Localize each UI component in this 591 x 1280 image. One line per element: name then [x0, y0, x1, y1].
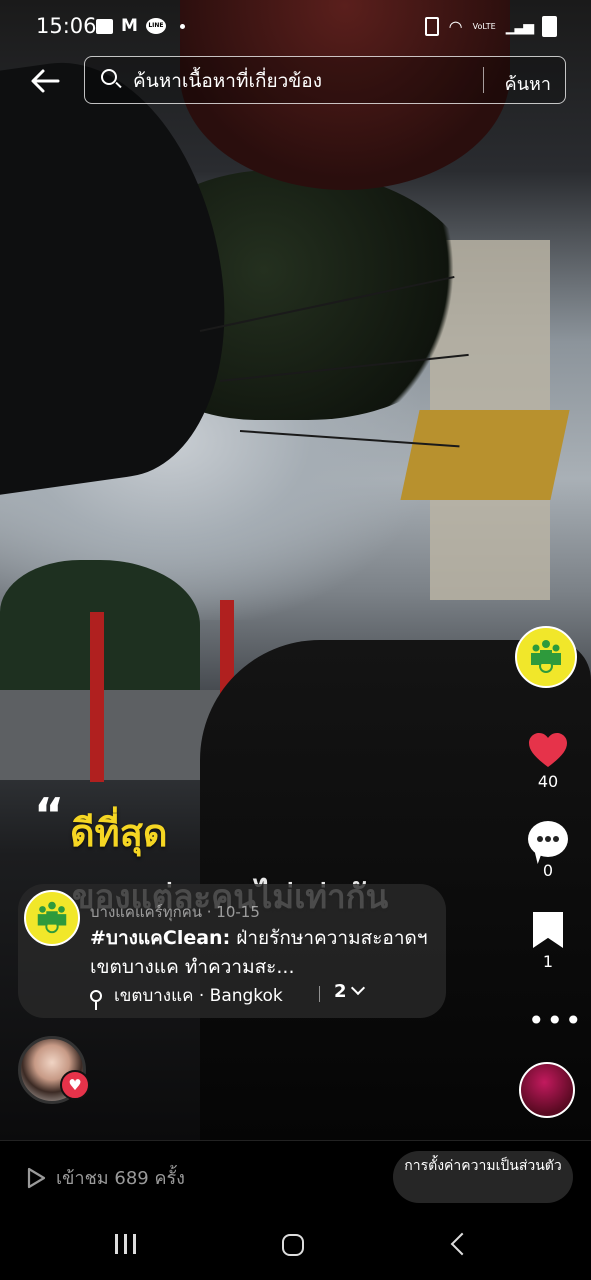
search-bar[interactable]: ค้นหา: [84, 56, 566, 104]
expand-locations-button[interactable]: 2: [334, 980, 365, 1002]
liked-badge-heart-icon: ♥: [60, 1070, 90, 1100]
red-pole: [90, 612, 104, 782]
wifi-icon: ◠: [448, 17, 463, 36]
system-navigation: [0, 1210, 591, 1280]
status-bar: 15:06 M LINE ◠ VoLTE ▁▃▅: [0, 0, 591, 56]
save-count: 1: [542, 952, 554, 971]
chevron-down-icon: [350, 980, 365, 996]
logo-icon: [37, 901, 67, 934]
awning: [400, 410, 570, 500]
volte-icon: VoLTE: [472, 21, 496, 31]
more-dots-icon: •••: [528, 1004, 584, 1037]
quote-mark: “: [34, 788, 65, 842]
search-icon: [101, 69, 117, 85]
clock: 15:06: [36, 14, 97, 38]
battery-icon: [542, 16, 557, 37]
search-input[interactable]: [131, 65, 465, 97]
system-back-button[interactable]: [450, 1232, 474, 1256]
post-info-card[interactable]: บางแคแคร์ทุกคน · 10-15 #บางแคClean: ฝ่าย…: [18, 884, 446, 1018]
comment-count: 0: [542, 861, 554, 880]
caption-highlight: ดีที่สุด: [70, 811, 168, 855]
back-button[interactable]: [26, 62, 64, 100]
search-button[interactable]: ค้นหา: [505, 69, 551, 98]
creator-avatar[interactable]: [515, 626, 577, 688]
heart-icon: [528, 732, 568, 768]
location-pin-icon: [90, 989, 102, 1010]
notification-icons: M LINE: [96, 16, 185, 36]
home-button[interactable]: [282, 1234, 304, 1256]
arrow-left-icon: [31, 69, 60, 93]
post-username[interactable]: บางแคแคร์ทุกคน · 10-15: [90, 900, 260, 924]
post-description[interactable]: #บางแคClean: ฝ่ายรักษาความสะอาดฯ เขตบางแ…: [90, 924, 430, 982]
notification-dot: [179, 23, 185, 29]
music-disc[interactable]: [519, 1062, 575, 1118]
post-hashtag[interactable]: #บางแคClean:: [90, 927, 230, 949]
system-icons: ◠ VoLTE ▁▃▅: [424, 16, 557, 37]
location-tag[interactable]: เขตบางแค · Bangkok: [90, 982, 283, 1010]
card-separator: [319, 986, 320, 1002]
line-icon: LINE: [145, 18, 166, 34]
logo-icon: [531, 640, 561, 673]
like-count: 40: [537, 772, 559, 791]
card-avatar[interactable]: [24, 890, 80, 946]
bottom-bar: เข้าชม 689 ครั้ง การตั้งค่าความเป็นส่วนต…: [0, 1140, 591, 1211]
signal-icon: ▁▃▅: [505, 18, 534, 35]
like-action[interactable]: 40: [520, 732, 576, 791]
recent-apps-button[interactable]: [115, 1234, 136, 1254]
privacy-settings-button[interactable]: การตั้งค่าความเป็นส่วนตัว: [393, 1151, 573, 1203]
view-count-text: เข้าชม 689 ครั้ง: [56, 1168, 185, 1189]
location-label: เขตบางแค · Bangkok: [114, 986, 283, 1006]
battery-saver-icon: [424, 17, 439, 36]
image-icon: [96, 18, 113, 34]
location-count: 2: [334, 981, 347, 1002]
gmail-icon: M: [121, 16, 138, 36]
save-action[interactable]: 1: [520, 912, 576, 971]
comment-action[interactable]: 0: [520, 821, 576, 880]
view-count: เข้าชม 689 ครั้ง: [26, 1163, 185, 1192]
more-options-button[interactable]: •••: [528, 1004, 584, 1037]
play-icon: [27, 1167, 46, 1188]
search-divider: [483, 67, 484, 93]
bookmark-icon: [533, 912, 563, 948]
comment-icon: [528, 821, 568, 857]
